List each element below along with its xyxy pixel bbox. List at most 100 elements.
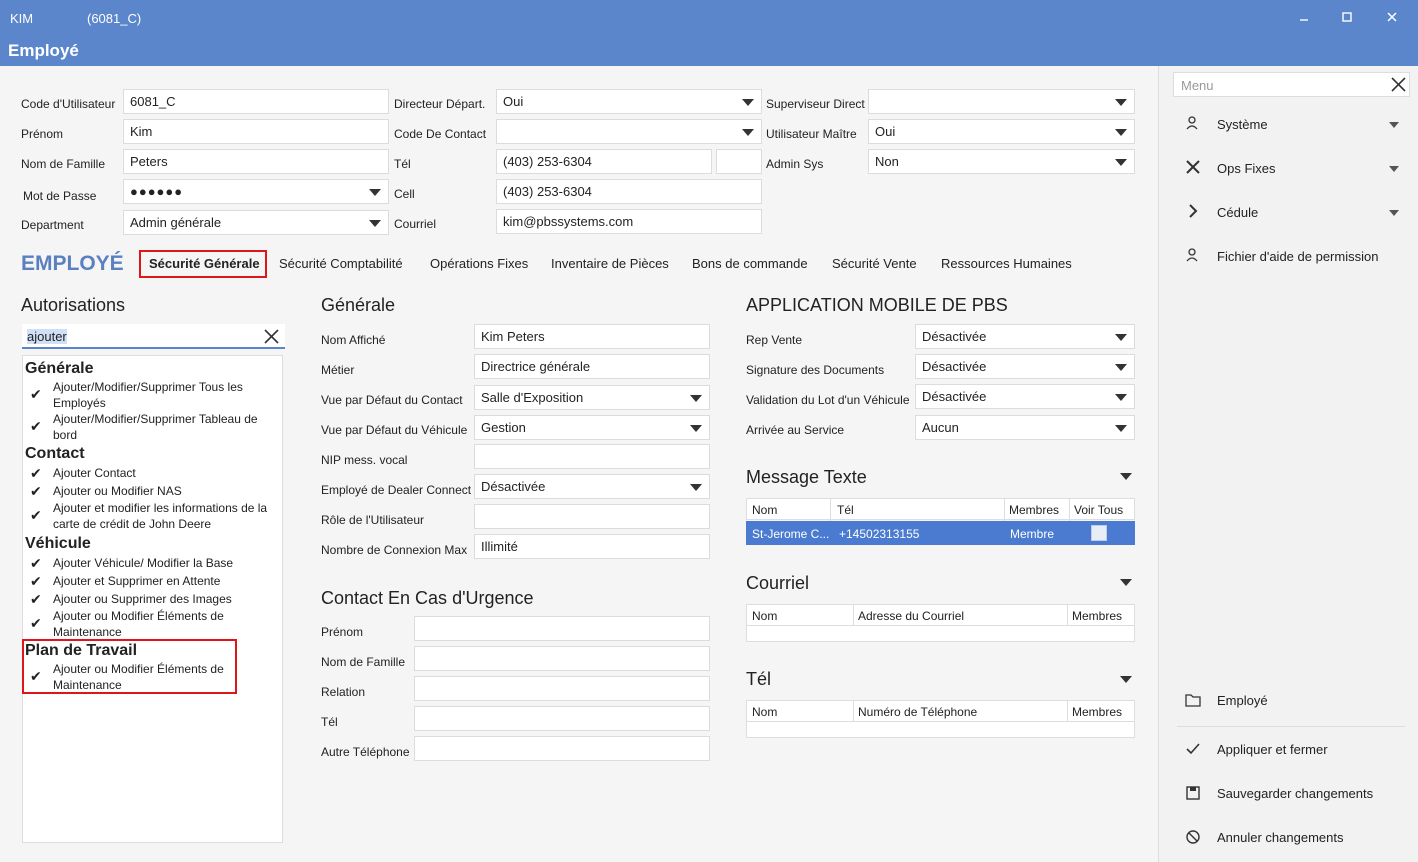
nom-affiche-field[interactable]: Kim Peters (474, 324, 710, 349)
perm-item: Ajouter Véhicule/ Modifier la Base (53, 556, 234, 570)
perm-item: Ajouter/Modifier/Supprimer Tous les Empl… (53, 380, 243, 410)
dealer-select[interactable]: Désactivée (474, 474, 710, 499)
tab-securite-vente[interactable]: Sécurité Vente (832, 256, 917, 271)
urgence-nom-field[interactable] (414, 646, 710, 671)
password-field[interactable]: ●●●●●● (123, 179, 389, 204)
sidebar-item-label: Employé (1217, 693, 1268, 708)
maitre-select[interactable]: Oui (868, 119, 1135, 144)
metier-label: Métier (321, 363, 355, 377)
checkmark-icon[interactable]: ✔ (30, 573, 46, 589)
voir-tous-checkbox[interactable] (1091, 525, 1107, 541)
metier-field[interactable]: Directrice générale (474, 354, 710, 379)
sidebar-item-systeme[interactable]: Système (1159, 110, 1418, 140)
nip-field[interactable] (474, 444, 710, 469)
collapse-chevron-icon[interactable] (1120, 473, 1132, 480)
sig-select[interactable]: Désactivée (915, 354, 1135, 379)
tel-ext-field[interactable] (716, 149, 762, 174)
role-field[interactable] (474, 504, 710, 529)
apply-close-button[interactable]: Appliquer et fermer (1159, 735, 1418, 765)
checkmark-icon[interactable]: ✔ (30, 465, 46, 481)
perm-item: Ajouter ou Modifier NAS (53, 484, 182, 498)
menu-search-placeholder: Menu (1181, 78, 1214, 93)
collapse-chevron-icon[interactable] (1120, 676, 1132, 683)
tab-bons-commande[interactable]: Bons de commande (692, 256, 808, 271)
sidebar-item-cedule[interactable]: Cédule (1159, 198, 1418, 228)
rep-select[interactable]: Désactivée (915, 324, 1135, 349)
connexion-label: Nombre de Connexion Max (321, 543, 468, 557)
chevron-down-icon (1389, 122, 1399, 128)
group-vehicule: Véhicule (25, 535, 91, 552)
tab-operations-fixes[interactable]: Opérations Fixes (430, 256, 528, 271)
col-divider (853, 701, 854, 723)
checkmark-icon (1186, 743, 1200, 755)
autorisations-search[interactable]: ajouter (22, 324, 285, 349)
tab-securite-generale[interactable]: Sécurité Générale (149, 256, 260, 271)
divider (1177, 726, 1405, 727)
prenom-field[interactable]: Kim (123, 119, 389, 144)
urgence-autre-field[interactable] (414, 736, 710, 761)
urgence-title: Contact En Cas d'Urgence (321, 588, 534, 608)
checkmark-icon[interactable]: ✔ (30, 483, 46, 499)
code-field[interactable]: 6081_C (123, 89, 389, 114)
save-changes-label: Sauvegarder changements (1217, 786, 1374, 801)
table-row[interactable]: St-Jerome C... +14502313155 Membre (746, 521, 1135, 545)
checkmark-icon[interactable]: ✔ (30, 386, 46, 402)
adminsys-select[interactable]: Non (868, 149, 1135, 174)
maximize-button[interactable] (1335, 8, 1359, 28)
close-window-button[interactable] (1380, 8, 1404, 28)
clear-search-icon[interactable] (264, 329, 279, 344)
tel-field[interactable]: (403) 253-6304 (496, 149, 712, 174)
row-tel: +14502313155 (839, 527, 920, 541)
superviseur-select[interactable] (868, 89, 1135, 114)
row-membres: Membre (1010, 527, 1055, 541)
nom-field[interactable]: Peters (123, 149, 389, 174)
checkmark-icon[interactable]: ✔ (30, 668, 46, 684)
dropdown-arrow-icon (1115, 364, 1127, 371)
tab-inventaire-pieces[interactable]: Inventaire de Pièces (551, 256, 669, 271)
col-divider (1069, 499, 1070, 521)
sidebar-item-employe[interactable]: Employé (1159, 686, 1418, 716)
urgence-tel-field[interactable] (414, 706, 710, 731)
sidebar-item-aide-permission[interactable]: Fichier d'aide de permission (1159, 242, 1418, 272)
checkmark-icon[interactable]: ✔ (30, 418, 46, 434)
minimize-button[interactable] (1292, 8, 1316, 28)
urgence-nom-label: Nom de Famille (321, 655, 406, 669)
urgence-prenom-field[interactable] (414, 616, 710, 641)
checkmark-icon[interactable]: ✔ (30, 507, 46, 523)
collapse-chevron-icon[interactable] (1120, 579, 1132, 586)
arrivee-select[interactable]: Aucun (915, 415, 1135, 440)
tab-securite-comptabilite[interactable]: Sécurité Comptabilité (279, 256, 403, 271)
checkmark-icon[interactable]: ✔ (30, 591, 46, 607)
cancel-changes-button[interactable]: Annuler changements (1159, 823, 1418, 853)
dropdown-arrow-icon (690, 395, 702, 402)
menu-search[interactable]: Menu (1173, 72, 1410, 97)
contact-code-select[interactable] (496, 119, 762, 144)
chevron-down-icon (1389, 166, 1399, 172)
tel-section-title: Tél (746, 669, 772, 689)
lot-select[interactable]: Désactivée (915, 384, 1135, 409)
checkmark-icon[interactable]: ✔ (30, 555, 46, 571)
tab-ressources-humaines[interactable]: Ressources Humaines (941, 256, 1072, 271)
urgence-autre-label: Autre Téléphone (321, 745, 410, 759)
urgence-relation-field[interactable] (414, 676, 710, 701)
dropdown-arrow-icon (1115, 394, 1127, 401)
maitre-label: Utilisateur Maître (766, 127, 857, 141)
dropdown-arrow-icon (1115, 334, 1127, 341)
vue-vehicule-select[interactable]: Gestion (474, 415, 710, 440)
vue-contact-select[interactable]: Salle d'Exposition (474, 385, 710, 410)
save-changes-button[interactable]: Sauvegarder changements (1159, 779, 1418, 809)
dropdown-arrow-icon (690, 484, 702, 491)
group-generale: Générale (25, 360, 94, 377)
dropdown-arrow-icon (369, 220, 381, 227)
directeur-select[interactable]: Oui (496, 89, 762, 114)
rep-value: Désactivée (922, 329, 987, 344)
minimize-icon (1300, 19, 1308, 21)
courriel-field[interactable]: kim@pbssystems.com (496, 209, 762, 234)
sidebar-item-ops-fixes[interactable]: Ops Fixes (1159, 154, 1418, 184)
checkmark-icon[interactable]: ✔ (30, 615, 46, 631)
clear-menu-icon[interactable] (1391, 77, 1406, 92)
department-select[interactable]: Admin générale (123, 210, 389, 235)
row-nom: St-Jerome C... (752, 527, 830, 541)
cell-field[interactable]: (403) 253-6304 (496, 179, 762, 204)
connexion-field[interactable]: Illimité (474, 534, 710, 559)
